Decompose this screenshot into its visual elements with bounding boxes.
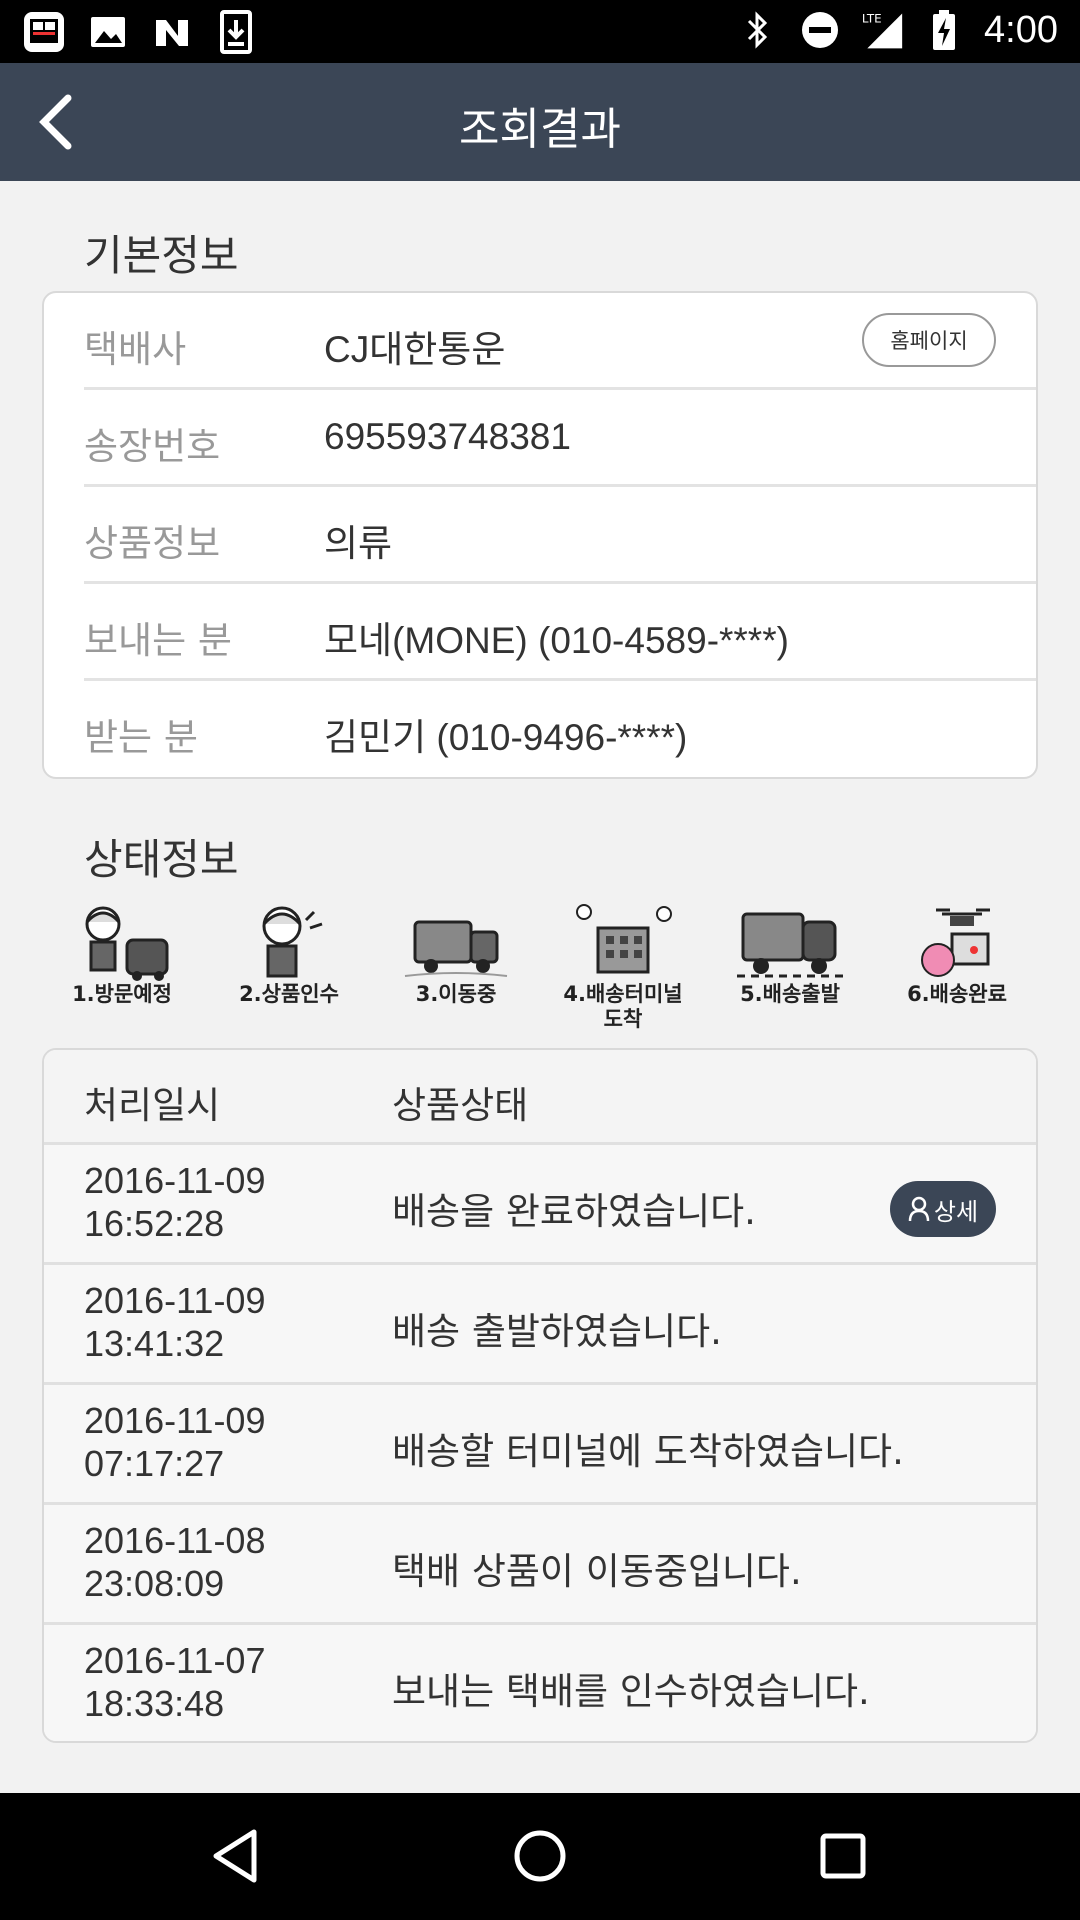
info-value: 모네(MONE) (010-4589-****) xyxy=(324,620,789,661)
info-label: 상품정보 xyxy=(84,522,221,565)
row-datetime: 2016-11-09 16:52:28 xyxy=(84,1159,265,1245)
lte-signal-icon: LTE xyxy=(860,8,904,52)
step-label: 6.배송완료 xyxy=(907,982,1007,1006)
row-date: 2016-11-09 xyxy=(84,1160,266,1201)
svg-text:LTE: LTE xyxy=(862,12,882,26)
step-visit-scheduled: 1.방문예정 xyxy=(52,900,192,1032)
battery-charging-icon xyxy=(922,8,966,52)
row-status: 택배 상품이 이동중입니다. xyxy=(392,1550,802,1593)
home-circle-icon xyxy=(514,1830,566,1882)
info-value: 김민기 (010-9496-****) xyxy=(324,717,688,758)
courier-pickup-icon xyxy=(262,906,323,978)
table-row: 2016-11-08 23:08:09 택배 상품이 이동중입니다. xyxy=(44,1505,1036,1625)
row-time: 16:52:28 xyxy=(84,1203,225,1244)
homepage-button[interactable]: 홈페이지 xyxy=(862,313,996,367)
table-row: 2016-11-07 18:33:48 보내는 택배를 인수하였습니다. xyxy=(44,1625,1036,1741)
app-bar: 조회결과 xyxy=(0,63,1080,181)
detail-label: 상세 xyxy=(933,1197,979,1226)
nav-home-button[interactable] xyxy=(505,1821,575,1891)
table-header: 처리일시 상품상태 xyxy=(44,1050,1036,1145)
step-delivered: 6.배송완료 xyxy=(887,900,1027,1032)
row-date: 2016-11-07 xyxy=(84,1640,266,1681)
page-title: 조회결과 xyxy=(459,104,621,155)
truck-moving-icon xyxy=(404,920,508,977)
row-time: 23:08:09 xyxy=(84,1563,225,1604)
step-label: 5.배송출발 xyxy=(740,982,840,1006)
row-time: 13:41:32 xyxy=(84,1323,225,1364)
detail-button[interactable]: 상세 xyxy=(890,1181,996,1237)
step-label: 1.방문예정 xyxy=(72,982,172,1006)
basic-info-card: 택배사 CJ대한통운 홈페이지 송장번호 695593748381 상품정보 의… xyxy=(42,291,1038,779)
info-label: 송장번호 xyxy=(84,425,221,468)
info-value: 695593748381 xyxy=(324,416,571,457)
info-row-sender: 보내는 분 모네(MONE) (010-4589-****) xyxy=(84,584,1036,681)
step-label: 4.배송터미널 도착 xyxy=(563,982,683,1031)
table-row: 2016-11-09 13:41:32 배송 출발하였습니다. xyxy=(44,1265,1036,1385)
courier-visit-icon xyxy=(85,906,169,981)
tracking-table: 처리일시 상품상태 2016-11-09 16:52:28 배송을 완료하였습니… xyxy=(42,1048,1038,1743)
row-datetime: 2016-11-07 18:33:48 xyxy=(84,1639,265,1725)
row-datetime: 2016-11-09 07:17:27 xyxy=(84,1399,265,1485)
do-not-disturb-icon xyxy=(798,8,842,52)
table-row: 2016-11-09 16:52:28 배송을 완료하였습니다. 상세 xyxy=(44,1145,1036,1265)
info-label: 택배사 xyxy=(84,328,187,371)
step-picked-up: 2.상품인수 xyxy=(219,900,359,1032)
row-status: 배송을 완료하였습니다. xyxy=(392,1190,756,1233)
app-notification-icon xyxy=(22,10,66,54)
delivery-truck-icon xyxy=(737,912,843,978)
step-in-transit: 3.이동중 xyxy=(386,900,526,1032)
step-label: 3.이동중 xyxy=(415,982,497,1006)
row-time: 18:33:48 xyxy=(84,1683,225,1724)
step-terminal-arrival: 4.배송터미널 도착 xyxy=(553,900,693,1032)
info-row-invoice: 송장번호 695593748381 xyxy=(84,390,1036,487)
row-date: 2016-11-09 xyxy=(84,1400,266,1441)
row-date: 2016-11-09 xyxy=(84,1280,266,1321)
back-triangle-icon xyxy=(213,1829,257,1883)
header-product-status: 상품상태 xyxy=(392,1084,529,1127)
download-notification-icon xyxy=(214,10,258,54)
row-datetime: 2016-11-09 13:41:32 xyxy=(84,1279,265,1365)
drone-delivery-icon xyxy=(921,908,990,977)
info-value: CJ대한통운 xyxy=(324,329,506,370)
info-value: 의류 xyxy=(324,523,393,564)
person-icon xyxy=(908,1196,930,1222)
row-status: 보내는 택배를 인수하였습니다. xyxy=(392,1670,870,1713)
step-out-for-delivery: 5.배송출발 xyxy=(720,900,860,1032)
basic-info-title: 기본정보 xyxy=(84,231,239,280)
info-row-courier: 택배사 CJ대한통운 홈페이지 xyxy=(84,293,1036,390)
delivery-steps: 1.방문예정 2.상품인수 3.이동중 4.배송터미널 도착 5.배송출발 6.… xyxy=(52,900,1028,1032)
row-datetime: 2016-11-08 23:08:09 xyxy=(84,1519,265,1605)
info-label: 보내는 분 xyxy=(84,619,232,662)
system-nav-bar xyxy=(0,1793,1080,1920)
image-notification-icon xyxy=(86,10,130,54)
header-processed-at: 처리일시 xyxy=(84,1084,221,1127)
status-info-title: 상태정보 xyxy=(84,835,239,884)
row-time: 07:17:27 xyxy=(84,1443,225,1484)
nav-recents-button[interactable] xyxy=(808,1821,878,1891)
n-notification-icon xyxy=(150,10,194,54)
row-status: 배송 출발하였습니다. xyxy=(392,1310,722,1353)
info-label: 받는 분 xyxy=(84,716,198,759)
row-status: 배송할 터미널에 도착하였습니다. xyxy=(392,1430,904,1473)
nav-back-button[interactable] xyxy=(200,1821,270,1891)
info-row-receiver: 받는 분 김민기 (010-9496-****) xyxy=(84,681,1036,777)
row-date: 2016-11-08 xyxy=(84,1520,266,1561)
clock: 4:00 xyxy=(984,8,1058,51)
status-bar: LTE 4:00 xyxy=(0,0,1080,63)
info-row-product: 상품정보 의류 xyxy=(84,487,1036,584)
terminal-building-icon xyxy=(576,904,672,974)
step-label: 2.상품인수 xyxy=(239,982,339,1006)
table-row: 2016-11-09 07:17:27 배송할 터미널에 도착하였습니다. xyxy=(44,1385,1036,1505)
bluetooth-icon xyxy=(736,8,780,52)
recents-square-icon xyxy=(820,1833,866,1879)
